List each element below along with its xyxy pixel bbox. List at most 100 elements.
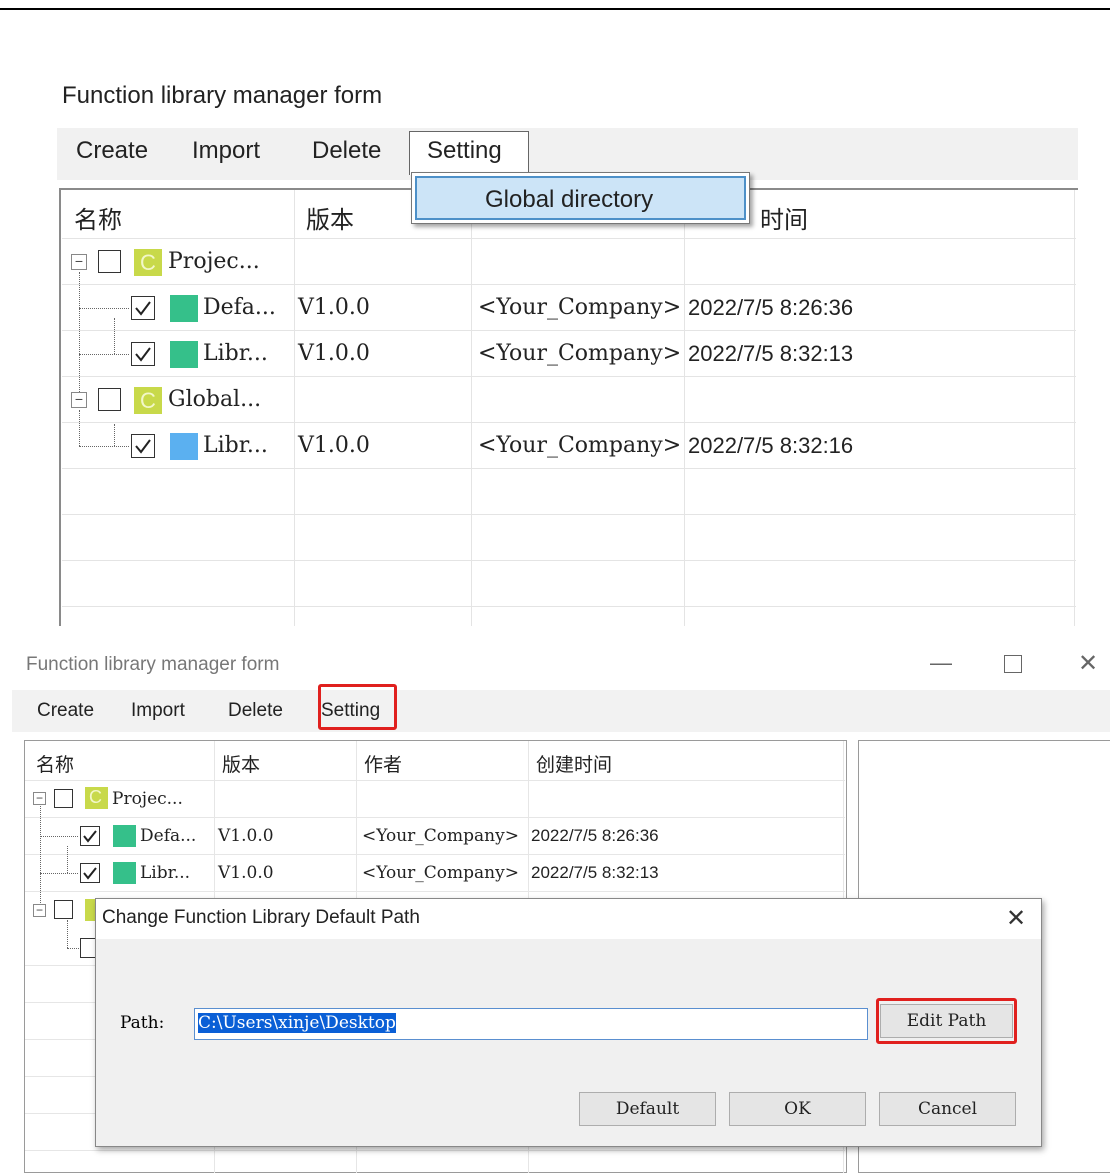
change-path-dialog: Change Function Library Default Path ✕ P…: [95, 898, 1042, 1147]
collapse-icon[interactable]: −: [71, 254, 87, 270]
maximize-icon[interactable]: [1004, 655, 1022, 673]
column-header-created[interactable]: 创建时间: [536, 750, 612, 777]
tree-line: [114, 318, 115, 354]
column-header-author[interactable]: 作者: [364, 750, 402, 777]
default-button[interactable]: Default: [579, 1092, 716, 1126]
grid-divider: [25, 780, 845, 781]
zoomed-menu-import[interactable]: Import: [192, 137, 260, 165]
row-name: Defa...: [140, 826, 197, 846]
menu-delete[interactable]: Delete: [228, 700, 283, 722]
row-name: Defa...: [203, 295, 276, 320]
path-selected-text: C:\Users\xinje\Desktop: [198, 1013, 396, 1033]
checkbox[interactable]: [98, 388, 121, 411]
row-name: Projec...: [168, 249, 260, 274]
collapse-icon[interactable]: −: [71, 392, 87, 408]
grid-divider: [62, 376, 1076, 377]
column-header-version[interactable]: 版本: [306, 200, 354, 235]
zoomed-menu-setting[interactable]: Setting: [427, 137, 502, 165]
close-icon[interactable]: ✕: [1006, 904, 1026, 933]
library-icon: [170, 341, 198, 368]
tree-line: [114, 424, 115, 446]
row-name: Projec...: [112, 789, 183, 809]
checkbox[interactable]: [54, 900, 73, 919]
grid-divider: [62, 330, 1076, 331]
checkbox-checked[interactable]: [80, 826, 100, 846]
library-icon: [170, 433, 198, 460]
grid-divider: [25, 854, 845, 855]
grid-divider: [25, 817, 845, 818]
row-version: V1.0.0: [298, 341, 370, 366]
checkbox[interactable]: [54, 789, 73, 808]
checkbox-checked[interactable]: [131, 342, 155, 366]
grid-divider: [62, 560, 1076, 561]
row-name: Libr...: [203, 433, 268, 458]
global-folder-icon: C: [134, 387, 162, 414]
checkbox-checked[interactable]: [131, 434, 155, 458]
tree-line: [40, 806, 41, 911]
grid-divider: [62, 606, 1076, 607]
row-created: 2022/7/5 8:32:16: [688, 433, 854, 458]
column-header-created-partial[interactable]: 时间: [760, 200, 808, 235]
row-author: <Your_Company>: [478, 295, 682, 320]
collapse-icon[interactable]: −: [33, 792, 46, 805]
column-header-name[interactable]: 名称: [36, 750, 74, 777]
row-version: V1.0.0: [298, 295, 370, 320]
close-icon[interactable]: ✕: [1078, 649, 1098, 678]
checkbox[interactable]: [98, 250, 121, 273]
row-name: Global...: [168, 387, 262, 412]
checkbox-checked[interactable]: [80, 863, 100, 883]
row-version: V1.0.0: [298, 433, 370, 458]
row-author: <Your_Company>: [362, 826, 519, 846]
menu-item-global-directory[interactable]: Global directory: [415, 176, 746, 220]
tree-line: [40, 836, 78, 837]
row-name: Libr...: [140, 863, 191, 883]
row-version: V1.0.0: [218, 863, 274, 883]
row-author: <Your_Company>: [478, 341, 682, 366]
minimize-icon[interactable]: —: [930, 650, 952, 676]
checkbox-checked[interactable]: [131, 296, 155, 320]
grid-divider: [62, 422, 1076, 423]
path-input[interactable]: C:\Users\xinje\Desktop: [194, 1008, 868, 1040]
column-header-name[interactable]: 名称: [74, 200, 122, 235]
grid-divider: [62, 514, 1076, 515]
setting-highlight-box: [318, 684, 397, 730]
library-icon: [170, 295, 198, 322]
path-label: Path:: [120, 1013, 165, 1033]
grid-divider: [62, 468, 1076, 469]
tree-line: [79, 354, 129, 355]
tree-line: [40, 873, 78, 874]
row-author: <Your_Company>: [478, 433, 682, 458]
collapse-icon[interactable]: −: [33, 904, 46, 917]
window-title: Function library manager form: [26, 654, 280, 675]
row-created: 2022/7/5 8:26:36: [688, 295, 854, 320]
tree-line: [67, 846, 68, 873]
zoomed-menu-delete[interactable]: Delete: [312, 137, 381, 165]
grid-divider: [25, 891, 845, 892]
cancel-button[interactable]: Cancel: [879, 1092, 1016, 1126]
grid-divider: [62, 238, 1076, 239]
column-header-version[interactable]: 版本: [222, 750, 260, 777]
row-version: V1.0.0: [218, 826, 274, 846]
row-created: 2022/7/5 8:32:13: [531, 863, 659, 882]
zoomed-menu-create[interactable]: Create: [76, 137, 148, 165]
edit-path-highlight-box: [876, 998, 1017, 1044]
top-divider: [0, 8, 1110, 10]
zoomed-window-title: Function library manager form: [62, 82, 383, 109]
grid-divider: [62, 284, 1076, 285]
project-folder-icon: C: [85, 787, 108, 809]
menu-create[interactable]: Create: [37, 700, 94, 722]
dialog-titlebar: Change Function Library Default Path ✕: [96, 899, 1041, 939]
library-icon: [113, 825, 136, 847]
menu-import[interactable]: Import: [131, 700, 185, 722]
tree-line: [67, 948, 81, 949]
library-icon: [113, 862, 136, 884]
project-folder-icon: C: [134, 249, 162, 276]
checkbox-checked[interactable]: [80, 938, 95, 958]
tree-line: [79, 272, 80, 400]
ok-button[interactable]: OK: [729, 1092, 866, 1126]
row-created: 2022/7/5 8:32:13: [688, 341, 854, 366]
row-author: <Your_Company>: [362, 863, 519, 883]
grid-divider: [25, 1150, 845, 1151]
setting-dropdown: Global directory: [411, 172, 750, 224]
row-name: Libr...: [203, 341, 268, 366]
